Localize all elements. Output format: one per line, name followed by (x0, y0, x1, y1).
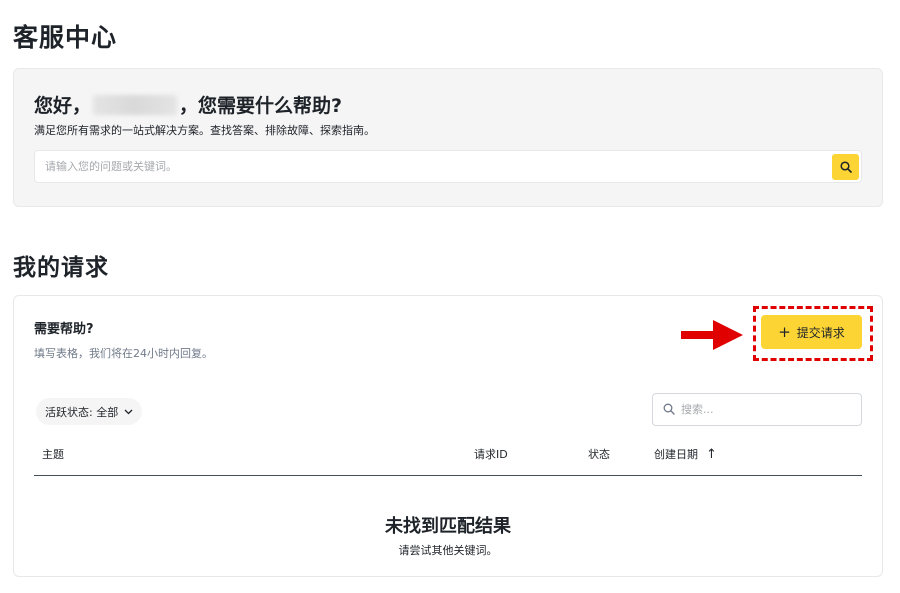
empty-state-title: 未找到匹配结果 (385, 516, 511, 537)
search-icon (839, 161, 852, 173)
greeting-suffix: ，您需要什么帮助? (179, 95, 343, 117)
page-title: 客服中心 (13, 23, 118, 52)
greeting-heading: 您好， ，您需要什么帮助? (34, 91, 342, 118)
need-help-subtitle: 填写表格，我们将在24小时内回复。 (34, 347, 213, 360)
status-filter-dropdown[interactable]: 活跃状态: 全部 (36, 398, 143, 425)
search-icon (663, 403, 675, 415)
sort-ascending-icon: ↑ (706, 446, 717, 462)
chevron-down-icon (124, 409, 133, 414)
column-header-request-id: 请求ID (474, 448, 508, 461)
column-header-subject: 主题 (42, 448, 64, 461)
plus-icon: + (778, 322, 791, 341)
hero-subtitle: 满足您所有需求的一站式解决方案。查找答案、排除故障、探索指南。 (34, 124, 375, 137)
red-arrow-annotation (681, 320, 743, 350)
created-date-label: 创建日期 (654, 448, 698, 461)
redacted-username (93, 94, 178, 115)
help-search-button[interactable] (832, 154, 859, 180)
requests-search-box (652, 393, 862, 426)
section-title-my-requests: 我的请求 (13, 255, 109, 281)
submit-request-button[interactable]: + 提交请求 (761, 315, 862, 349)
column-header-status: 状态 (588, 448, 610, 461)
help-search-box (34, 150, 862, 183)
empty-state-subtitle: 请尝试其他关键词。 (398, 544, 498, 557)
submit-request-label: 提交请求 (796, 325, 845, 340)
status-filter-label: 活跃状态: 全部 (45, 405, 119, 419)
help-hero-card: 您好， ，您需要什么帮助? 满足您所有需求的一站式解决方案。查找答案、排除故障、… (13, 68, 883, 207)
table-header-divider (34, 475, 862, 476)
greeting-prefix: 您好， (34, 95, 92, 117)
need-help-title: 需要帮助? (34, 322, 94, 337)
requests-search-input[interactable] (681, 394, 856, 425)
help-search-input[interactable] (45, 151, 825, 182)
requests-card: 需要帮助? 填写表格，我们将在24小时内回复。 + 提交请求 活跃状态: 全部 … (13, 295, 883, 577)
column-header-created-date[interactable]: 创建日期 ↑ (654, 446, 717, 462)
